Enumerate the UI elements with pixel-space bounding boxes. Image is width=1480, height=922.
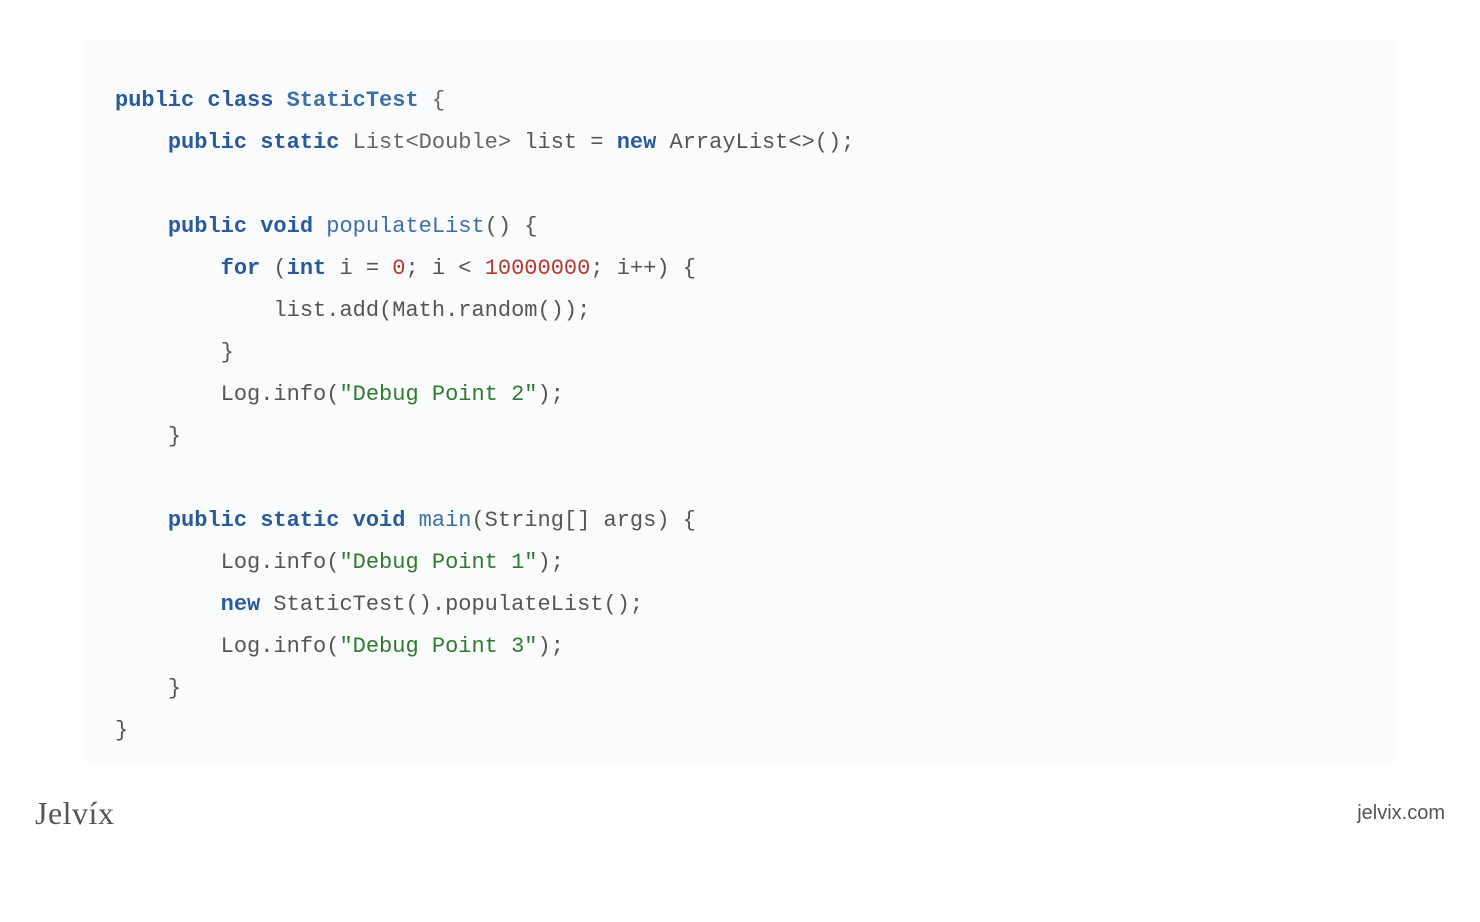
log-call: Log.info(	[221, 382, 340, 407]
code-panel: public class StaticTest { public static …	[85, 40, 1395, 762]
keyword-new: new	[617, 130, 657, 155]
inc: ; i++) {	[590, 256, 696, 281]
keyword-void: void	[260, 214, 313, 239]
brace-close: }	[115, 718, 128, 743]
main-params: (String[] args) {	[471, 508, 695, 533]
keyword-static: static	[260, 508, 339, 533]
keyword-class: class	[207, 88, 273, 113]
string-debug2: "Debug Point 2"	[339, 382, 537, 407]
method-populate: populateList	[326, 214, 484, 239]
params: () {	[485, 214, 538, 239]
keyword-for: for	[221, 256, 261, 281]
keyword-public: public	[168, 214, 247, 239]
var-decl: list =	[511, 130, 617, 155]
type-list: List<Double>	[353, 130, 511, 155]
brace-close: }	[168, 676, 181, 701]
log-end: );	[538, 634, 564, 659]
footer: Jelvíx jelvix.com	[0, 795, 1480, 832]
stmt-new: StaticTest().populateList();	[260, 592, 643, 617]
constructor-call: ArrayList<>();	[656, 130, 854, 155]
string-debug3: "Debug Point 3"	[339, 634, 537, 659]
cond: ; i <	[405, 256, 484, 281]
site-url: jelvix.com	[1357, 802, 1445, 825]
brace: {	[419, 88, 445, 113]
init: i =	[326, 256, 392, 281]
code-block: public class StaticTest { public static …	[115, 80, 1365, 752]
number-limit: 10000000	[485, 256, 591, 281]
keyword-public: public	[168, 130, 247, 155]
brace-close: }	[168, 424, 181, 449]
stmt-add: list.add(Math.random());	[273, 298, 590, 323]
log-call: Log.info(	[221, 550, 340, 575]
method-main: main	[419, 508, 472, 533]
keyword-static: static	[260, 130, 339, 155]
log-call: Log.info(	[221, 634, 340, 659]
keyword-int: int	[287, 256, 327, 281]
log-end: );	[538, 382, 564, 407]
keyword-public: public	[168, 508, 247, 533]
keyword-public: public	[115, 88, 194, 113]
paren: (	[260, 256, 286, 281]
brand-logo: Jelvíx	[35, 795, 114, 832]
log-end: );	[538, 550, 564, 575]
string-debug1: "Debug Point 1"	[339, 550, 537, 575]
keyword-void: void	[353, 508, 406, 533]
brace-close: }	[221, 340, 234, 365]
class-name: StaticTest	[287, 88, 419, 113]
number-zero: 0	[392, 256, 405, 281]
keyword-new: new	[221, 592, 261, 617]
